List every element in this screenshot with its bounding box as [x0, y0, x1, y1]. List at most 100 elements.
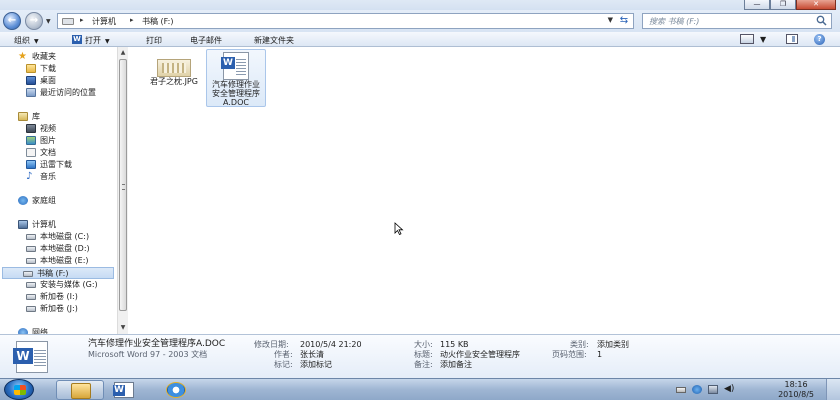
- breadcrumb-separator[interactable]: ▸: [130, 16, 134, 24]
- title-value[interactable]: 动火作业安全管理程序: [440, 350, 520, 360]
- word-document-icon: W: [13, 341, 48, 373]
- nav-drive-i[interactable]: 新加卷 (I:): [26, 291, 78, 303]
- nav-label: 收藏夹: [32, 52, 56, 61]
- close-button[interactable]: ✕: [796, 0, 836, 10]
- breadcrumb-computer[interactable]: 计算机: [92, 16, 116, 27]
- clock-date: 2010/8/5: [778, 390, 814, 399]
- nav-computer[interactable]: 计算机: [18, 219, 56, 231]
- library-icon: [18, 112, 28, 121]
- address-bar[interactable]: ▸ 计算机 ▸ 书稿 (F:) ▼ ⇆: [57, 13, 634, 29]
- forward-arrow-icon: →: [29, 15, 39, 26]
- start-button[interactable]: [4, 379, 34, 400]
- network-status-icon[interactable]: [708, 385, 718, 394]
- change-view-icon[interactable]: [740, 34, 754, 44]
- nav-label: 本地磁盘 (C:): [40, 232, 90, 241]
- music-icon: ♪: [26, 171, 33, 182]
- help-icon[interactable]: ?: [814, 34, 825, 45]
- word-icon: [113, 382, 134, 398]
- refresh-button[interactable]: ⇆: [617, 15, 631, 27]
- recent-pages-dropdown[interactable]: ▼: [46, 18, 51, 25]
- nav-favorites[interactable]: ★ 收藏夹: [18, 51, 56, 63]
- nav-scrollbar[interactable]: ▲ ▼: [117, 47, 128, 334]
- file-item[interactable]: 君子之枕.JPG: [144, 57, 204, 115]
- back-arrow-icon: ←: [7, 15, 17, 26]
- nav-pictures[interactable]: 图片: [26, 135, 56, 147]
- view-options-dropdown[interactable]: ▼: [760, 35, 766, 44]
- nav-videos[interactable]: 视频: [26, 123, 56, 135]
- nav-drive-d[interactable]: 本地磁盘 (D:): [26, 243, 90, 255]
- nav-thunder-downloads[interactable]: 迅雷下载: [26, 159, 72, 171]
- help-icon[interactable]: [692, 385, 702, 394]
- back-button[interactable]: ←: [3, 12, 21, 30]
- computer-icon: [62, 18, 74, 25]
- nav-libraries[interactable]: 库: [18, 111, 40, 123]
- scroll-up-icon[interactable]: ▲: [118, 48, 128, 58]
- print-button[interactable]: 打印: [146, 35, 162, 46]
- nav-downloads[interactable]: 下载: [26, 63, 56, 75]
- taskbar-ie-button[interactable]: [152, 380, 200, 400]
- nav-recent-places[interactable]: 最近访问的位置: [26, 87, 96, 99]
- search-box[interactable]: 搜索 书稿 (F:): [642, 13, 832, 29]
- forward-button[interactable]: →: [25, 12, 43, 30]
- scroll-thumb[interactable]: [119, 59, 127, 311]
- documents-icon: [26, 148, 36, 157]
- nav-desktop[interactable]: 桌面: [26, 75, 56, 87]
- new-folder-button[interactable]: 新建文件夹: [254, 35, 294, 46]
- breadcrumb-separator[interactable]: ▸: [80, 16, 84, 24]
- chevron-down-icon: ▼: [34, 38, 39, 45]
- nav-label: 图片: [40, 136, 56, 145]
- nav-drive-j[interactable]: 新加卷 (J:): [26, 303, 78, 315]
- size-value: 115 KB: [440, 340, 469, 349]
- author-label: 作者:: [274, 350, 293, 359]
- email-button[interactable]: 电子邮件: [190, 35, 222, 46]
- nav-label: 本地磁盘 (E:): [40, 256, 89, 265]
- search-input[interactable]: 搜索 书稿 (F:): [649, 16, 699, 27]
- show-desktop-button[interactable]: [826, 379, 840, 400]
- nav-drive-c[interactable]: 本地磁盘 (C:): [26, 231, 89, 243]
- navigation-pane: ★ 收藏夹 下载 桌面 最近访问的位置 库 视频 图片 文档 迅雷下载 ♪ 音乐 家…: [0, 47, 117, 334]
- nav-label: 计算机: [32, 220, 56, 229]
- preview-pane-icon[interactable]: [786, 34, 798, 44]
- maximize-button[interactable]: ❐: [770, 0, 796, 10]
- file-item-selected[interactable]: W 汽车修理作业安全管理程序A.DOC: [206, 49, 266, 107]
- nav-label: 新加卷 (J:): [40, 304, 78, 313]
- tags-value[interactable]: 添加标记: [300, 360, 332, 370]
- nav-drive-f[interactable]: 书稿 (F:): [2, 267, 114, 279]
- refresh-icon: ⇆: [619, 15, 629, 26]
- nav-documents[interactable]: 文档: [26, 147, 56, 159]
- nav-label: 本地磁盘 (D:): [40, 244, 90, 253]
- details-pane: W 汽车修理作业安全管理程序A.DOC Microsoft Word 97 - …: [0, 334, 840, 378]
- minimize-button[interactable]: —: [744, 0, 770, 10]
- taskbar-word-button[interactable]: [100, 380, 148, 400]
- nav-network[interactable]: 网络: [18, 327, 48, 334]
- taskbar-explorer-button[interactable]: [56, 380, 104, 400]
- keyboard-icon[interactable]: [676, 387, 686, 393]
- speaker-icon[interactable]: ◀): [724, 385, 734, 394]
- nav-homegroup[interactable]: 家庭组: [18, 195, 56, 207]
- tags-label: 标记:: [274, 360, 293, 369]
- chevron-down-icon: ▼: [760, 35, 767, 44]
- nav-label: 迅雷下载: [40, 160, 72, 169]
- chevron-down-icon: ▼: [607, 16, 613, 24]
- scroll-down-icon[interactable]: ▼: [118, 323, 128, 333]
- breadcrumb-drive-f[interactable]: 书稿 (F:): [142, 16, 173, 27]
- caption-buttons: — ❐ ✕: [744, 0, 836, 10]
- address-history-dropdown[interactable]: ▼: [608, 16, 613, 24]
- title-bar: — ❐ ✕: [0, 0, 840, 10]
- open-button[interactable]: W 打开 ▼: [72, 35, 110, 46]
- details-file-name: 汽车修理作业安全管理程序A.DOC: [88, 339, 226, 349]
- organize-button[interactable]: 组织 ▼: [14, 35, 39, 46]
- nav-drive-g[interactable]: 安装与媒体 (G:): [26, 279, 98, 291]
- details-file-type: Microsoft Word 97 - 2003 文档: [88, 350, 208, 359]
- notes-label: 备注:: [414, 360, 433, 369]
- computer-icon: [18, 220, 28, 229]
- nav-music[interactable]: ♪ 音乐: [26, 171, 56, 183]
- notes-value[interactable]: 添加备注: [440, 360, 472, 370]
- category-value[interactable]: 添加类别: [597, 340, 629, 350]
- file-name: 君子之枕.JPG: [150, 77, 198, 86]
- open-label: 打开: [85, 36, 101, 45]
- author-value[interactable]: 张长清: [300, 350, 324, 360]
- nav-drive-e[interactable]: 本地磁盘 (E:): [26, 255, 89, 267]
- clock[interactable]: 18:16 2010/8/5: [778, 380, 814, 400]
- nav-label: 文档: [40, 148, 56, 157]
